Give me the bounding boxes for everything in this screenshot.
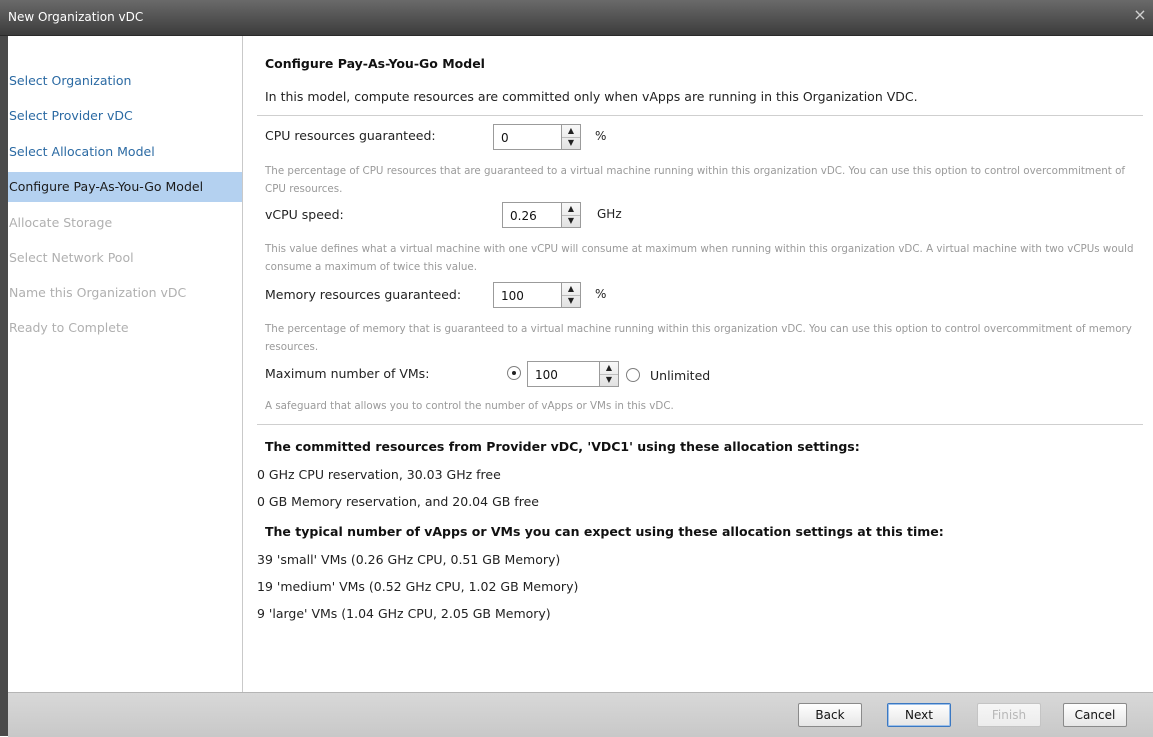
decrement-arrow-icon[interactable]: ▼ bbox=[562, 215, 580, 227]
committed-resources-heading: The committed resources from Provider vD… bbox=[265, 439, 860, 454]
cpu-guaranteed-stepper[interactable]: 0 ▲ ▼ bbox=[493, 124, 581, 150]
wizard-footer: Back Next Finish Cancel bbox=[8, 692, 1153, 737]
dialog-left-edge bbox=[0, 36, 8, 736]
typical-vms-small: 39 'small' VMs (0.26 GHz CPU, 0.51 GB Me… bbox=[257, 552, 561, 567]
typical-vms-heading: The typical number of vApps or VMs you c… bbox=[265, 524, 944, 539]
step-ready-to-complete: Ready to Complete bbox=[9, 320, 129, 335]
step-select-allocation-model[interactable]: Select Allocation Model bbox=[8, 137, 242, 167]
memory-stepper-buttons: ▲ ▼ bbox=[561, 282, 581, 308]
cpu-guaranteed-label: CPU resources guaranteed: bbox=[265, 128, 436, 143]
next-button[interactable]: Next bbox=[887, 703, 951, 727]
typical-vms-large: 9 'large' VMs (1.04 GHz CPU, 2.05 GB Mem… bbox=[257, 606, 551, 621]
decrement-arrow-icon[interactable]: ▼ bbox=[600, 374, 618, 386]
max-vms-limited-radio[interactable] bbox=[507, 366, 521, 380]
step-name-organization-vdc: Name this Organization vDC bbox=[9, 285, 187, 300]
vcpu-speed-label: vCPU speed: bbox=[265, 207, 344, 222]
typical-vms-medium: 19 'medium' VMs (0.52 GHz CPU, 1.02 GB M… bbox=[257, 579, 579, 594]
vcpu-speed-stepper[interactable]: 0.26 ▲ ▼ bbox=[502, 202, 581, 228]
decrement-arrow-icon[interactable]: ▼ bbox=[562, 295, 580, 307]
dialog-title-bar: New Organization vDC × bbox=[0, 0, 1153, 36]
cpu-unit: % bbox=[595, 129, 607, 143]
divider bbox=[257, 115, 1143, 116]
wizard-main-panel: Configure Pay-As-You-Go Model In this mo… bbox=[243, 36, 1153, 692]
max-vms-stepper-buttons: ▲ ▼ bbox=[599, 361, 619, 387]
page-title: Configure Pay-As-You-Go Model bbox=[265, 56, 485, 71]
cpu-guaranteed-value[interactable]: 0 bbox=[501, 131, 509, 145]
step-select-network-pool: Select Network Pool bbox=[9, 250, 134, 265]
close-icon[interactable]: × bbox=[1131, 6, 1149, 24]
decrement-arrow-icon[interactable]: ▼ bbox=[562, 137, 580, 149]
max-vms-stepper[interactable]: 100 ▲ ▼ bbox=[527, 361, 619, 387]
divider bbox=[257, 424, 1143, 425]
max-vms-hint: A safeguard that allows you to control t… bbox=[265, 400, 674, 412]
memory-guaranteed-label: Memory resources guaranteed: bbox=[265, 287, 462, 302]
step-allocate-storage: Allocate Storage bbox=[9, 215, 113, 230]
memory-guaranteed-stepper[interactable]: 100 ▲ ▼ bbox=[493, 282, 581, 308]
cpu-stepper-buttons: ▲ ▼ bbox=[561, 124, 581, 150]
back-button[interactable]: Back bbox=[798, 703, 862, 727]
memory-unit: % bbox=[595, 287, 607, 301]
max-vms-label: Maximum number of VMs: bbox=[265, 366, 430, 381]
step-configure-pay-as-you-go[interactable]: Configure Pay-As-You-Go Model bbox=[8, 172, 242, 202]
memory-guaranteed-value[interactable]: 100 bbox=[501, 289, 524, 303]
memory-hint: The percentage of memory that is guarant… bbox=[265, 323, 1132, 353]
memory-reservation-line: 0 GB Memory reservation, and 20.04 GB fr… bbox=[257, 494, 539, 509]
model-description: In this model, compute resources are com… bbox=[265, 89, 918, 104]
vcpu-hint: This value defines what a virtual machin… bbox=[265, 243, 1134, 273]
wizard-steps-sidebar: Select Organization Select Provider vDC … bbox=[8, 36, 243, 692]
max-vms-unlimited-radio[interactable] bbox=[626, 368, 640, 382]
step-select-provider-vdc[interactable]: Select Provider vDC bbox=[8, 101, 242, 131]
finish-button: Finish bbox=[977, 703, 1041, 727]
max-vms-value[interactable]: 100 bbox=[535, 368, 558, 382]
cpu-hint: The percentage of CPU resources that are… bbox=[265, 165, 1126, 195]
step-select-organization[interactable]: Select Organization bbox=[8, 66, 242, 96]
cancel-button[interactable]: Cancel bbox=[1063, 703, 1127, 727]
vcpu-speed-value[interactable]: 0.26 bbox=[510, 209, 537, 223]
unlimited-label: Unlimited bbox=[650, 368, 711, 383]
vcpu-stepper-buttons: ▲ ▼ bbox=[561, 202, 581, 228]
vcpu-unit: GHz bbox=[597, 207, 622, 221]
dialog-title: New Organization vDC bbox=[8, 10, 144, 24]
cpu-reservation-line: 0 GHz CPU reservation, 30.03 GHz free bbox=[257, 467, 501, 482]
